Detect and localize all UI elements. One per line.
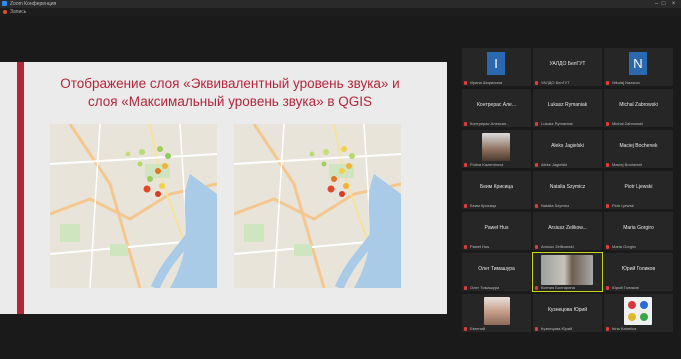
participant-tile[interactable]: УАЛДО БелГУТ УАЛДО БелГУТ: [533, 48, 602, 86]
map-equivalent-noise: [50, 124, 217, 288]
participant-tile[interactable]: Michal Zabrowski Michal Zabrowski: [604, 89, 673, 127]
muted-mic-icon: [464, 245, 467, 249]
participant-label: Юрий Голиков: [612, 285, 639, 290]
participant-label: Ксения Болгарина: [541, 285, 575, 290]
participant-name: Юрий Голиков: [621, 266, 656, 272]
participant-label: Ирина Ширинина: [470, 80, 503, 85]
participant-tile[interactable]: Олег Тимашура Олег Тимашура: [462, 253, 531, 291]
muted-mic-icon: [535, 81, 538, 85]
participant-name: Piotr Ljewski: [624, 184, 653, 190]
participant-name: Кузнецова Юрий: [547, 307, 588, 313]
slide-accent-bar: [17, 62, 24, 314]
muted-mic-icon: [464, 286, 467, 290]
participant-gallery: I Ирина Ширинина УАЛДО БелГУТ УАЛДО БелГ…: [460, 45, 674, 335]
muted-mic-icon: [606, 122, 609, 126]
participant-avatar: I: [487, 52, 505, 75]
participant-label: Евгений: [470, 326, 486, 331]
muted-mic-icon: [606, 286, 609, 290]
zoom-app-icon: [2, 1, 7, 6]
participant-name: Aleks Jagielski: [551, 143, 584, 149]
muted-mic-icon: [464, 204, 467, 208]
muted-mic-icon: [464, 122, 467, 126]
participant-label: Natalia Szymicz: [541, 203, 570, 208]
muted-mic-icon: [535, 204, 538, 208]
muted-mic-icon: [606, 204, 609, 208]
participant-tile[interactable]: Polina Kazemirova: [462, 130, 531, 168]
participant-photo: [484, 297, 510, 325]
participant-tile[interactable]: Irina Kanelica: [604, 294, 673, 332]
participant-photo: [541, 255, 593, 285]
participant-name: Беим Крисица: [479, 184, 514, 190]
muted-mic-icon: [535, 122, 538, 126]
muted-mic-icon: [535, 327, 538, 331]
muted-mic-icon: [606, 81, 609, 85]
participant-label: Nikolaj Nazarov: [612, 80, 641, 85]
muted-mic-icon: [535, 163, 538, 167]
participant-name: Natalia Szymicz: [549, 184, 586, 190]
participant-name: Контрерас Але...: [477, 102, 516, 108]
slide-title: Отображение слоя «Эквивалентный уровень …: [60, 76, 400, 109]
participant-label: УАЛДО БелГУТ: [541, 80, 570, 85]
muted-mic-icon: [606, 327, 609, 331]
participant-image: [624, 297, 652, 325]
participant-name: Paweł Hus: [484, 225, 509, 231]
participant-tile[interactable]: Беим Крисица Беим Крисица: [462, 171, 531, 209]
map-maximum-noise: [234, 124, 401, 288]
participant-label: Контрерас Алексан...: [470, 121, 510, 126]
participant-name: Lukasz Rymaniak: [547, 102, 588, 108]
participant-name: Maria Gorgiro: [623, 225, 654, 231]
muted-mic-icon: [464, 327, 467, 331]
muted-mic-icon: [535, 245, 538, 249]
shared-screen-slide: Отображение слоя «Эквивалентный уровень …: [0, 62, 447, 314]
participant-name: УАЛДО БелГУТ: [549, 61, 586, 67]
recording-bar: Запись: [0, 8, 681, 16]
participant-tile[interactable]: Maria Gorgiro Maria Gorgiro: [604, 212, 673, 250]
muted-mic-icon: [464, 81, 467, 85]
participant-label: Arsiusz Zelikowski: [541, 244, 574, 249]
participant-tile[interactable]: Natalia Szymicz Natalia Szymicz: [533, 171, 602, 209]
participant-tile[interactable]: Lukasz Rymaniak Lukasz Rymaniak: [533, 89, 602, 127]
participant-label: Беим Крисица: [470, 203, 497, 208]
close-icon[interactable]: ×: [670, 0, 677, 8]
recording-label: Запись: [10, 9, 27, 15]
muted-mic-icon: [535, 286, 538, 290]
participant-label: Олег Тимашура: [470, 285, 500, 290]
participant-tile[interactable]: Maciej Bochenek Maciej Bochenek: [604, 130, 673, 168]
participant-label: Piotr Ljewski: [612, 203, 635, 208]
participant-label: Paweł Hus: [470, 244, 490, 249]
participant-label: Polina Kazemirova: [470, 162, 504, 167]
participant-name: Олег Тимашура: [478, 266, 515, 272]
participant-tile[interactable]: Евгений: [462, 294, 531, 332]
muted-mic-icon: [606, 163, 609, 167]
participant-photo: [482, 133, 510, 161]
participant-label: Maciej Bochenek: [612, 162, 643, 167]
participant-label: Irina Kanelica: [612, 326, 637, 331]
participant-tile[interactable]: Aleks Jagielski Aleks Jagielski: [533, 130, 602, 168]
participant-tile[interactable]: Юрий Голиков Юрий Голиков: [604, 253, 673, 291]
muted-mic-icon: [606, 245, 609, 249]
participant-tile-active-speaker[interactable]: Ксения Болгарина: [532, 252, 603, 292]
participant-label: Lukasz Rymaniak: [541, 121, 573, 126]
participant-name: Arsiusz Zelikow...: [548, 225, 587, 231]
participant-tile[interactable]: Arsiusz Zelikow... Arsiusz Zelikowski: [533, 212, 602, 250]
participant-label: Кузнецова Юрий: [541, 326, 573, 331]
participant-name: Maciej Bochenek: [619, 143, 658, 149]
participant-label: Maria Gorgiro: [612, 244, 637, 249]
recording-icon: [3, 10, 7, 14]
participant-tile[interactable]: Paweł Hus Paweł Hus: [462, 212, 531, 250]
maximize-icon[interactable]: □: [660, 0, 667, 8]
participant-tile[interactable]: Контрерас Але... Контрерас Алексан...: [462, 89, 531, 127]
participant-tile[interactable]: Piotr Ljewski Piotr Ljewski: [604, 171, 673, 209]
participant-tile[interactable]: Кузнецова Юрий Кузнецова Юрий: [533, 294, 602, 332]
window-titlebar: Zoom Конференция – □ ×: [0, 0, 681, 8]
minimize-icon[interactable]: –: [653, 0, 660, 8]
participant-tile[interactable]: I Ирина Ширинина: [462, 48, 531, 86]
participant-label: Michal Zabrowski: [612, 121, 643, 126]
participant-tile[interactable]: N Nikolaj Nazarov: [604, 48, 673, 86]
participant-name: Michal Zabrowski: [619, 102, 658, 108]
participant-label: Aleks Jagielski: [541, 162, 568, 167]
window-title: Zoom Конференция: [10, 1, 57, 7]
participant-avatar: N: [629, 52, 647, 75]
muted-mic-icon: [464, 163, 467, 167]
